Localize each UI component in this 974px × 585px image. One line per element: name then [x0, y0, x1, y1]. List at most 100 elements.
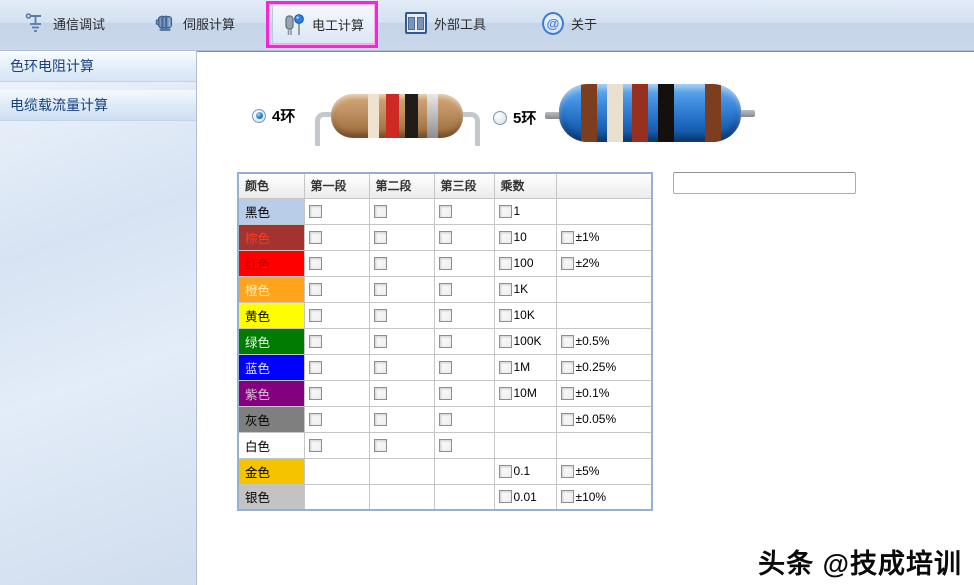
table-row: 黄色10K	[238, 302, 652, 328]
segment-checkbox[interactable]	[439, 413, 452, 426]
segment-checkbox[interactable]	[374, 283, 387, 296]
segment-cell	[369, 224, 434, 250]
segment-checkbox[interactable]	[374, 439, 387, 452]
segment-checkbox[interactable]	[374, 387, 387, 400]
segment-checkbox[interactable]	[309, 283, 322, 296]
tolerance-checkbox[interactable]	[561, 257, 574, 270]
segment-checkbox[interactable]	[374, 413, 387, 426]
toolbar-button-about[interactable]: @ 关于	[532, 4, 607, 42]
segment-checkbox[interactable]	[374, 205, 387, 218]
radio-4-ring[interactable]	[252, 109, 266, 123]
segment-checkbox[interactable]	[439, 361, 452, 374]
color-name-cell: 蓝色	[238, 354, 304, 380]
toolbar-button-electric-calc[interactable]: 电工计算	[272, 4, 375, 44]
segment-checkbox[interactable]	[374, 309, 387, 322]
multiplier-cell: 100K	[494, 328, 556, 354]
segment-checkbox[interactable]	[439, 257, 452, 270]
tolerance-checkbox[interactable]	[561, 465, 574, 478]
tolerance-checkbox[interactable]	[561, 361, 574, 374]
motor-icon	[154, 11, 176, 35]
toolbar-button-external-tools[interactable]: 外部工具	[395, 4, 496, 42]
radio-5-ring[interactable]	[493, 111, 507, 125]
multiplier-checkbox[interactable]	[499, 387, 512, 400]
toolbar-button-servo-calc[interactable]: 伺服计算	[144, 4, 245, 42]
multiplier-checkbox[interactable]	[499, 309, 512, 322]
tolerance-checkbox[interactable]	[561, 335, 574, 348]
color-name-cell: 橙色	[238, 276, 304, 302]
tolerance-cell: ±0.05%	[556, 406, 652, 432]
multiplier-checkbox[interactable]	[499, 465, 512, 478]
toolbar-button-label: 外部工具	[434, 14, 486, 33]
segment-checkbox[interactable]	[309, 361, 322, 374]
tolerance-cell: ±1%	[556, 224, 652, 250]
multiplier-checkbox[interactable]	[499, 205, 512, 218]
tolerance-cell	[556, 302, 652, 328]
multiplier-cell: 10K	[494, 302, 556, 328]
segment-checkbox[interactable]	[309, 387, 322, 400]
toolbar-button-label: 通信调试	[53, 14, 105, 33]
segment-checkbox[interactable]	[374, 231, 387, 244]
multiplier-cell: 10	[494, 224, 556, 250]
sidebar-item-cable-capacity-calc[interactable]: 电缆载流量计算	[0, 90, 196, 121]
sidebar-item-resistor-calc[interactable]: 色环电阻计算	[0, 51, 196, 82]
tolerance-checkbox[interactable]	[561, 387, 574, 400]
segment-cell	[369, 380, 434, 406]
connector-icon	[24, 11, 46, 35]
segment-checkbox[interactable]	[309, 309, 322, 322]
multiplier-label: 0.01	[514, 490, 537, 504]
segment-checkbox[interactable]	[439, 231, 452, 244]
tolerance-cell: ±2%	[556, 250, 652, 276]
multiplier-label: 10	[514, 230, 527, 244]
tolerance-cell: ±10%	[556, 484, 652, 510]
col-header-multiplier: 乘数	[494, 173, 556, 198]
segment-checkbox[interactable]	[439, 439, 452, 452]
segment-checkbox[interactable]	[439, 335, 452, 348]
tolerance-checkbox[interactable]	[561, 490, 574, 503]
multiplier-checkbox[interactable]	[499, 335, 512, 348]
segment-checkbox[interactable]	[309, 439, 322, 452]
segment-checkbox[interactable]	[439, 283, 452, 296]
tolerance-checkbox[interactable]	[561, 413, 574, 426]
multiplier-cell: 0.01	[494, 484, 556, 510]
segment-checkbox[interactable]	[374, 257, 387, 270]
multiplier-cell: 10M	[494, 380, 556, 406]
segment-checkbox[interactable]	[374, 361, 387, 374]
segment-checkbox[interactable]	[309, 205, 322, 218]
segment-checkbox[interactable]	[309, 231, 322, 244]
table-row: 银色0.01±10%	[238, 484, 652, 510]
segment-checkbox[interactable]	[309, 413, 322, 426]
resistor-body	[559, 84, 741, 142]
segment-checkbox[interactable]	[439, 387, 452, 400]
ring-option-5[interactable]: 5环	[493, 107, 536, 128]
color-name-cell: 金色	[238, 458, 304, 484]
result-input[interactable]	[673, 172, 856, 194]
components-icon	[283, 12, 305, 36]
segment-checkbox[interactable]	[309, 335, 322, 348]
toolbar-button-comm-debug[interactable]: 通信调试	[14, 4, 115, 42]
tolerance-label: ±1%	[576, 230, 600, 244]
segment-checkbox[interactable]	[439, 205, 452, 218]
multiplier-label: 1M	[514, 360, 531, 374]
ring-option-label: 4环	[272, 105, 295, 126]
table-row: 红色100±2%	[238, 250, 652, 276]
segment-cell	[434, 354, 494, 380]
tolerance-label: ±10%	[576, 490, 607, 504]
segment-checkbox[interactable]	[439, 309, 452, 322]
segment-cell	[304, 380, 369, 406]
multiplier-label: 10K	[514, 308, 535, 322]
tolerance-cell: ±0.25%	[556, 354, 652, 380]
tolerance-checkbox[interactable]	[561, 231, 574, 244]
panel-icon	[405, 11, 427, 35]
segment-checkbox[interactable]	[374, 335, 387, 348]
multiplier-checkbox[interactable]	[499, 490, 512, 503]
multiplier-checkbox[interactable]	[499, 231, 512, 244]
table-row: 橙色1K	[238, 276, 652, 302]
multiplier-checkbox[interactable]	[499, 361, 512, 374]
multiplier-checkbox[interactable]	[499, 257, 512, 270]
multiplier-checkbox[interactable]	[499, 283, 512, 296]
table-row: 棕色10±1%	[238, 224, 652, 250]
multiplier-label: 1	[514, 204, 521, 218]
ring-option-4[interactable]: 4环	[252, 105, 295, 126]
segment-checkbox[interactable]	[309, 257, 322, 270]
resistor-5-band-image	[545, 82, 755, 148]
